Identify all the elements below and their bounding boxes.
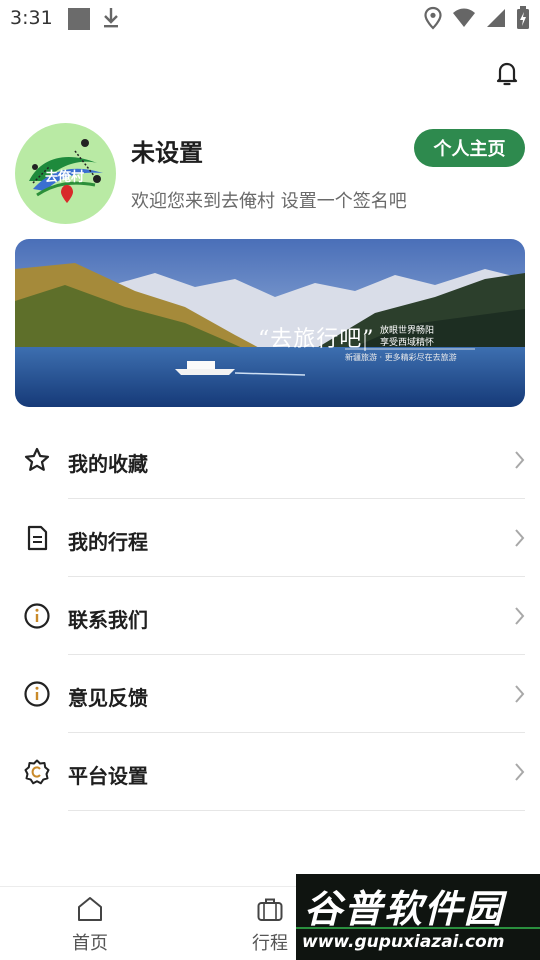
star-icon	[23, 446, 51, 474]
wifi-icon	[452, 7, 476, 33]
status-icons	[424, 6, 530, 34]
menu-item-contact-us[interactable]: 联系我们	[0, 577, 540, 655]
promo-banner[interactable]: “去旅行吧” 放眼世界畅阳 享受西域精怀 新疆旅游 · 更多精彩尽在去旅游	[15, 239, 525, 407]
document-icon	[23, 524, 51, 552]
watermark-title: 谷普软件园	[304, 887, 505, 931]
chevron-right-icon	[512, 684, 526, 704]
menu-label: 我的行程	[68, 530, 148, 554]
chevron-right-icon	[512, 528, 526, 548]
nickname[interactable]: 未设置	[131, 133, 203, 168]
battery-icon	[516, 6, 530, 34]
banner-title: “去旅行吧”	[258, 327, 375, 352]
status-time: 3:31	[10, 7, 53, 29]
signal-icon	[486, 8, 506, 32]
banner-caption: 新疆旅游 · 更多精彩尽在去旅游	[345, 353, 457, 362]
menu-label: 联系我们	[68, 608, 148, 632]
chevron-right-icon	[512, 762, 526, 782]
menu-label: 意见反馈	[68, 686, 148, 710]
notification-bell-icon[interactable]	[492, 58, 522, 88]
status-bar: 3:31	[0, 0, 540, 38]
notification-square-icon	[68, 8, 90, 30]
tab-home[interactable]: 首页	[50, 893, 130, 955]
banner-subtitle: 享受西域精怀	[380, 338, 435, 348]
tab-label: 首页	[72, 933, 108, 954]
menu-label: 平台设置	[68, 764, 148, 788]
watermark-logo: 谷普软件园 www.gupuxiazai.com	[296, 874, 540, 960]
menu-label: 我的收藏	[68, 452, 148, 476]
menu-item-favorites[interactable]: 我的收藏	[0, 421, 540, 499]
download-icon	[100, 6, 122, 34]
personal-homepage-button[interactable]: 个人主页	[414, 129, 525, 167]
menu-item-feedback[interactable]: 意见反馈	[0, 655, 540, 733]
chevron-right-icon	[512, 606, 526, 626]
location-icon	[424, 6, 442, 34]
briefcase-icon	[256, 895, 284, 923]
info-icon	[23, 680, 51, 708]
menu-item-platform-settings[interactable]: 平台设置	[0, 733, 540, 811]
info-icon	[23, 602, 51, 630]
home-icon	[76, 895, 104, 923]
watermark-url: www.gupuxiazai.com	[302, 932, 505, 952]
signature[interactable]: 欢迎您来到去俺村 设置一个签名吧	[131, 187, 407, 213]
menu-item-itinerary[interactable]: 我的行程	[0, 499, 540, 577]
svg-text:去俺村: 去俺村	[45, 169, 84, 185]
divider	[68, 810, 525, 811]
avatar[interactable]: 去俺村	[15, 123, 116, 224]
chevron-right-icon	[512, 450, 526, 470]
settings-icon	[23, 758, 51, 786]
